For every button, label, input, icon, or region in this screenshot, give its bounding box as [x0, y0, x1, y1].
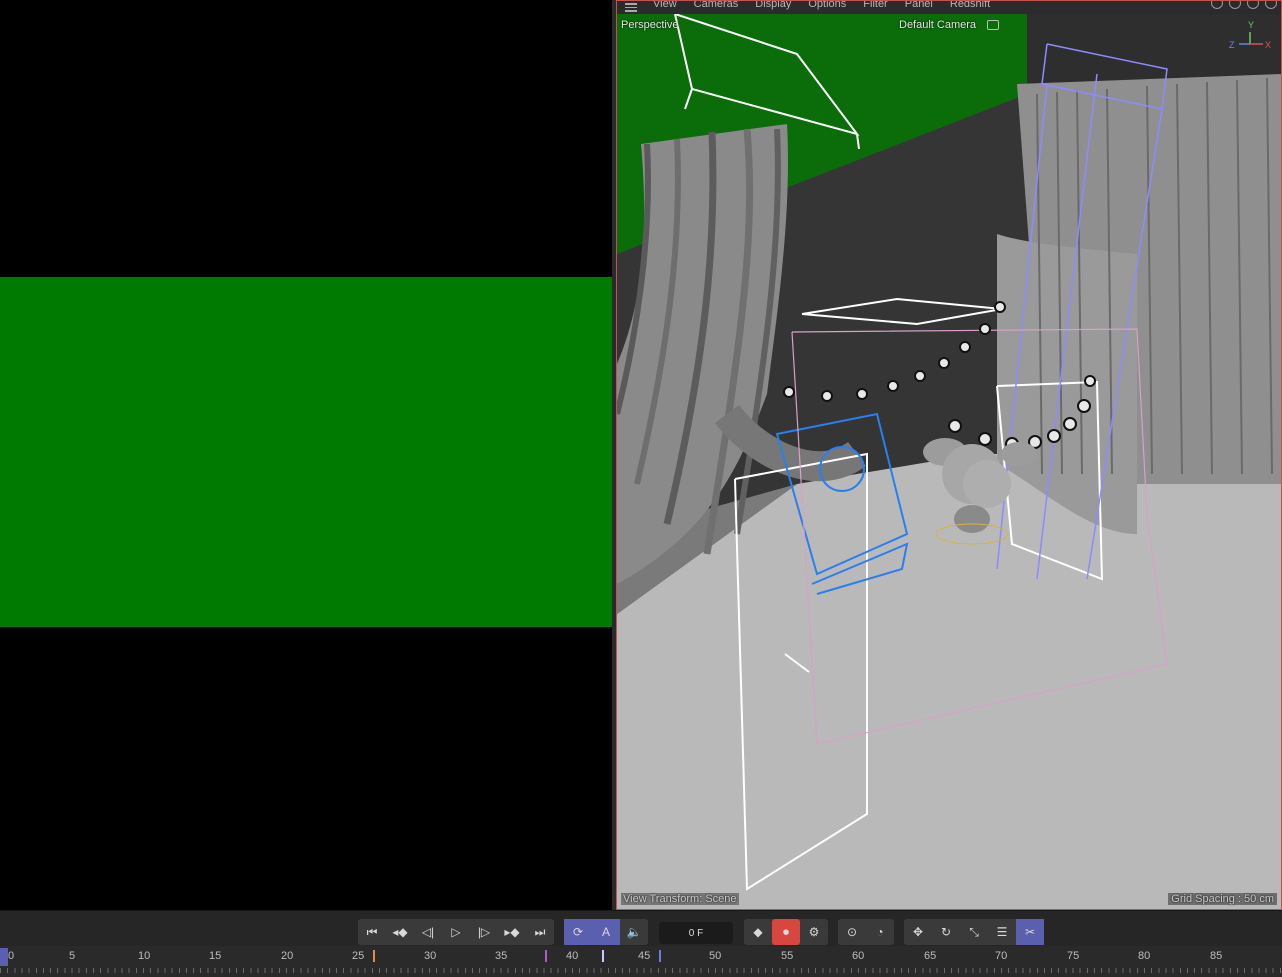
viewport-perspective[interactable]: View Cameras Display Options Filter Pane…: [616, 0, 1282, 910]
key-marker[interactable]: [602, 950, 604, 962]
axis-label-x: X: [1265, 40, 1271, 50]
timeline-playhead[interactable]: [0, 948, 8, 966]
key-interpolation-icon[interactable]: ◔: [866, 919, 894, 945]
camera-label[interactable]: Default Camera: [899, 19, 976, 31]
key-mode-controls: ⊙ ◔: [838, 919, 894, 945]
tick-85: 85: [1210, 950, 1223, 962]
maximize-icon[interactable]: [1265, 1, 1277, 9]
playback-controls: ⏮ ◂◆ ◁| ▷ |▷ ▸◆ ⏭: [358, 919, 554, 945]
go-to-end-button[interactable]: ⏭: [526, 919, 554, 945]
keyframe-icon[interactable]: ◆: [744, 919, 772, 945]
go-to-start-button[interactable]: ⏮: [358, 919, 386, 945]
previous-frame-button[interactable]: ◁|: [414, 919, 442, 945]
playback-rate-icon[interactable]: A: [592, 919, 620, 945]
tick-80: 80: [1138, 950, 1151, 962]
menu-redshift[interactable]: Redshift: [950, 1, 990, 10]
menu-filter[interactable]: Filter: [863, 1, 887, 10]
viewport-scene[interactable]: Y X Z: [617, 14, 1281, 909]
tick-40: 40: [566, 950, 579, 962]
tick-35: 35: [495, 950, 508, 962]
pla-key-icon[interactable]: ✂: [1016, 919, 1044, 945]
tick-10: 10: [138, 950, 151, 962]
axis-label-y: Y: [1248, 20, 1254, 30]
record-button[interactable]: ⏺: [772, 919, 800, 945]
menu-display[interactable]: Display: [755, 1, 791, 10]
tick-65: 65: [924, 950, 937, 962]
key-type-controls: ✥ ↻ ⤡ ☰ ✂: [904, 919, 1044, 945]
tick-20: 20: [281, 950, 294, 962]
timeline-ruler[interactable]: 0 5 10 15 20 25 30 35 40 45 50 55 60 65 …: [0, 946, 1282, 977]
next-key-button[interactable]: ▸◆: [498, 919, 526, 945]
parameter-key-icon[interactable]: ☰: [988, 919, 1016, 945]
view-transform-label: View Transform: Scene: [621, 893, 739, 905]
key-selection-icon[interactable]: ⊙: [838, 919, 866, 945]
camera-icon[interactable]: [987, 20, 999, 30]
viewport-menubar: View Cameras Display Options Filter Pane…: [617, 1, 1281, 14]
next-frame-button[interactable]: |▷: [470, 919, 498, 945]
menu-cameras[interactable]: Cameras: [694, 1, 739, 10]
menu-view[interactable]: View: [653, 1, 677, 10]
projection-label[interactable]: Perspective: [621, 19, 678, 31]
previous-key-button[interactable]: ◂◆: [386, 919, 414, 945]
timeline-minor-ticks: [0, 968, 1282, 973]
play-button[interactable]: ▷: [442, 919, 470, 945]
current-frame-field[interactable]: 0 F: [659, 922, 733, 944]
viewport-menu-icon[interactable]: [621, 1, 641, 14]
position-key-icon[interactable]: ✥: [904, 919, 932, 945]
right-curtain: [997, 74, 1281, 534]
grid-spacing-label: Grid Spacing : 50 cm: [1168, 893, 1277, 905]
loop-icon[interactable]: ⟳: [564, 919, 592, 945]
render-view: [0, 0, 612, 910]
menu-options[interactable]: Options: [808, 1, 846, 10]
render-green-background: [0, 277, 612, 627]
tick-45: 45: [638, 950, 651, 962]
loop-controls: ⟳ A 🔈: [564, 919, 648, 945]
rotate-icon[interactable]: [1247, 1, 1259, 9]
record-controls: ◆ ⏺ ⚙: [744, 919, 828, 945]
viewport-nav-icons: [1211, 1, 1277, 9]
pan-icon[interactable]: [1211, 1, 1223, 9]
key-marker[interactable]: [659, 950, 661, 962]
tick-0: 0: [8, 950, 15, 962]
key-marker[interactable]: [373, 950, 375, 962]
tick-60: 60: [852, 950, 865, 962]
tick-5: 5: [69, 950, 76, 962]
tick-75: 75: [1067, 950, 1080, 962]
axis-label-z: Z: [1229, 40, 1235, 50]
key-marker[interactable]: [545, 950, 547, 962]
dolly-icon[interactable]: [1229, 1, 1241, 9]
rotation-key-icon[interactable]: ↻: [932, 919, 960, 945]
tick-25: 25: [352, 950, 365, 962]
menu-panel[interactable]: Panel: [905, 1, 933, 10]
tick-55: 55: [781, 950, 794, 962]
auto-key-icon[interactable]: ⚙: [800, 919, 828, 945]
scale-key-icon[interactable]: ⤡: [960, 919, 988, 945]
animation-toolbar: ⏮ ◂◆ ◁| ▷ |▷ ▸◆ ⏭ ⟳ A 🔈 ◆ ⏺ ⚙ ⊙ ◔ ✥ ↻ ⤡ …: [0, 910, 1282, 946]
tick-50: 50: [709, 950, 722, 962]
tick-70: 70: [995, 950, 1008, 962]
tick-30: 30: [424, 950, 437, 962]
sound-icon[interactable]: 🔈: [620, 919, 648, 945]
tick-15: 15: [209, 950, 222, 962]
